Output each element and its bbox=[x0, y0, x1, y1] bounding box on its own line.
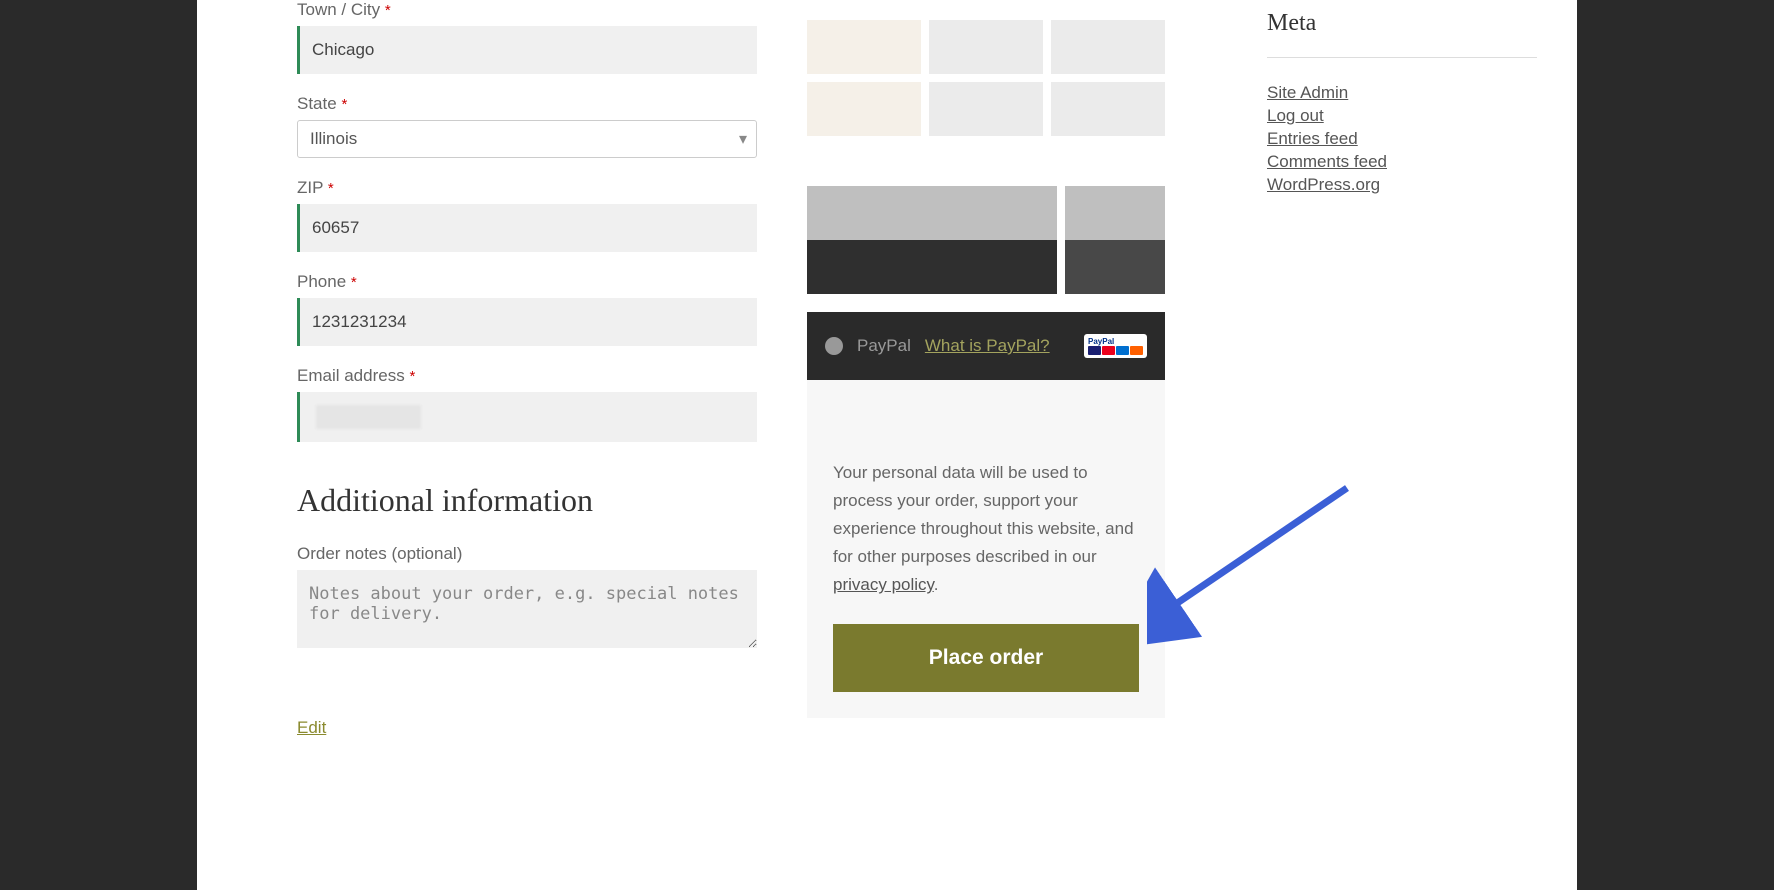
skeleton-cell bbox=[807, 20, 921, 74]
order-notes-field: Order notes (optional) bbox=[297, 544, 757, 653]
paypal-label: PayPal bbox=[857, 336, 911, 356]
required-marker: * bbox=[351, 274, 357, 291]
phone-field: Phone * bbox=[297, 272, 757, 346]
log-out-link[interactable]: Log out bbox=[1267, 106, 1324, 125]
paypal-help-link[interactable]: What is PayPal? bbox=[925, 336, 1050, 356]
zip-field: ZIP * bbox=[297, 178, 757, 252]
site-admin-link[interactable]: Site Admin bbox=[1267, 83, 1348, 102]
place-order-button[interactable]: Place order bbox=[833, 624, 1139, 692]
skeleton-cell bbox=[807, 186, 1057, 240]
skeleton-cell bbox=[807, 240, 1057, 294]
skeleton-cell bbox=[807, 82, 921, 136]
comments-feed-link[interactable]: Comments feed bbox=[1267, 152, 1387, 171]
skeleton-cell bbox=[929, 82, 1043, 136]
phone-label: Phone * bbox=[297, 272, 757, 292]
state-label: State * bbox=[297, 94, 757, 114]
order-notes-textarea[interactable] bbox=[297, 570, 757, 648]
skeleton-cell bbox=[1051, 20, 1165, 74]
redacted-email bbox=[316, 405, 421, 429]
additional-info-heading: Additional information bbox=[297, 482, 757, 519]
paypal-radio[interactable] bbox=[825, 337, 843, 355]
zip-label: ZIP * bbox=[297, 178, 757, 198]
paypal-cards-icon: PayPal bbox=[1084, 334, 1147, 358]
privacy-text: Your personal data will be used to proce… bbox=[833, 459, 1139, 599]
city-input[interactable] bbox=[297, 26, 757, 74]
skeleton-cell bbox=[1065, 186, 1165, 240]
meta-heading: Meta bbox=[1267, 10, 1537, 37]
required-marker: * bbox=[341, 96, 347, 113]
order-summary-skeleton bbox=[807, 20, 1165, 294]
phone-input[interactable] bbox=[297, 298, 757, 346]
required-marker: * bbox=[409, 368, 415, 385]
skeleton-cell bbox=[929, 20, 1043, 74]
state-select[interactable]: Illinois bbox=[297, 120, 757, 158]
meta-links-list: Site Admin Log out Entries feed Comments… bbox=[1267, 83, 1537, 195]
skeleton-cell bbox=[1065, 240, 1165, 294]
payment-method-paypal[interactable]: PayPal What is PayPal? PayPal bbox=[807, 312, 1165, 380]
edit-link[interactable]: Edit bbox=[297, 718, 326, 738]
email-field: Email address * bbox=[297, 366, 757, 442]
sidebar-divider bbox=[1267, 57, 1537, 58]
required-marker: * bbox=[328, 180, 334, 197]
privacy-section: Your personal data will be used to proce… bbox=[807, 380, 1165, 718]
entries-feed-link[interactable]: Entries feed bbox=[1267, 129, 1358, 148]
state-field: State * Illinois ▾ bbox=[297, 94, 757, 158]
email-label: Email address * bbox=[297, 366, 757, 386]
city-label: Town / City * bbox=[297, 0, 757, 20]
order-notes-label: Order notes (optional) bbox=[297, 544, 757, 564]
wordpress-org-link[interactable]: WordPress.org bbox=[1267, 175, 1380, 194]
zip-input[interactable] bbox=[297, 204, 757, 252]
city-field: Town / City * bbox=[297, 0, 757, 74]
email-input[interactable] bbox=[297, 392, 757, 442]
privacy-policy-link[interactable]: privacy policy bbox=[833, 575, 934, 594]
skeleton-cell bbox=[1051, 82, 1165, 136]
required-marker: * bbox=[385, 2, 391, 19]
